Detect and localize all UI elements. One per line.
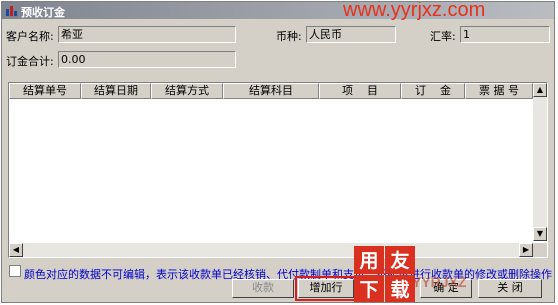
watermark-url: www.yyrjxz.com	[343, 1, 486, 21]
customer-label: 客户名称:	[6, 30, 54, 43]
currency-label: 币种:	[276, 30, 302, 43]
add-row-button[interactable]: 增加行	[295, 276, 357, 301]
scroll-right-icon[interactable]: ▶	[519, 243, 533, 257]
column-header-deposit[interactable]: 订 金	[401, 83, 465, 99]
logo-char-4: 载	[390, 278, 409, 301]
receive-button[interactable]: 收款	[232, 279, 294, 298]
logo-char-2: 友	[390, 249, 409, 272]
vertical-scrollbar[interactable]: ▲ ▼	[533, 83, 547, 241]
scrollbar-corner	[533, 243, 547, 257]
scroll-left-icon[interactable]: ◀	[9, 243, 23, 257]
customer-field[interactable]: 希亚	[58, 26, 236, 43]
scroll-down-icon[interactable]: ▼	[533, 227, 547, 241]
rate-label: 汇率:	[430, 30, 456, 43]
column-header-item[interactable]: 项 目	[319, 83, 401, 99]
logo-char-1: 用	[359, 250, 378, 272]
column-header-settlement-method[interactable]: 结算方式	[151, 83, 223, 99]
column-header-bill-no[interactable]: 票 据 号	[465, 83, 533, 99]
column-header-settlement-date[interactable]: 结算日期	[81, 83, 151, 99]
horizontal-scrollbar[interactable]: ◀ ▶	[9, 243, 533, 257]
total-label: 订金合计:	[6, 55, 54, 68]
window-title: 预收订金	[21, 6, 65, 19]
legend-color-swatch	[9, 265, 21, 277]
app-icon	[6, 6, 17, 16]
rate-field[interactable]: 1	[460, 26, 550, 43]
scroll-up-icon[interactable]: ▲	[533, 83, 547, 97]
logo-char-3: 下	[359, 279, 378, 301]
currency-field[interactable]: 人民币	[306, 26, 396, 43]
yonyou-download-logo: 用 友 下 载	[354, 246, 415, 302]
settlement-table[interactable]: 结算单号 结算日期 结算方式 结算科目 项 目 订 金 票 据 号 ▲ ▼ ◀ …	[8, 82, 548, 258]
total-field[interactable]: 0.00	[58, 51, 236, 68]
prepayment-dialog: 预收订金 www.yyrjxz.com 客户名称: 希亚 币种: 人民币 汇率:…	[1, 1, 555, 303]
column-header-settlement-account[interactable]: 结算科目	[223, 83, 319, 99]
brand-watermark: YYRJXZ	[412, 274, 467, 290]
close-button[interactable]: 关 闭	[478, 279, 542, 298]
table-header: 结算单号 结算日期 结算方式 结算科目 项 目 订 金 票 据 号	[9, 83, 533, 99]
title-bar[interactable]: 预收订金 www.yyrjxz.com	[2, 1, 554, 21]
column-header-settlement-no[interactable]: 结算单号	[9, 83, 81, 99]
